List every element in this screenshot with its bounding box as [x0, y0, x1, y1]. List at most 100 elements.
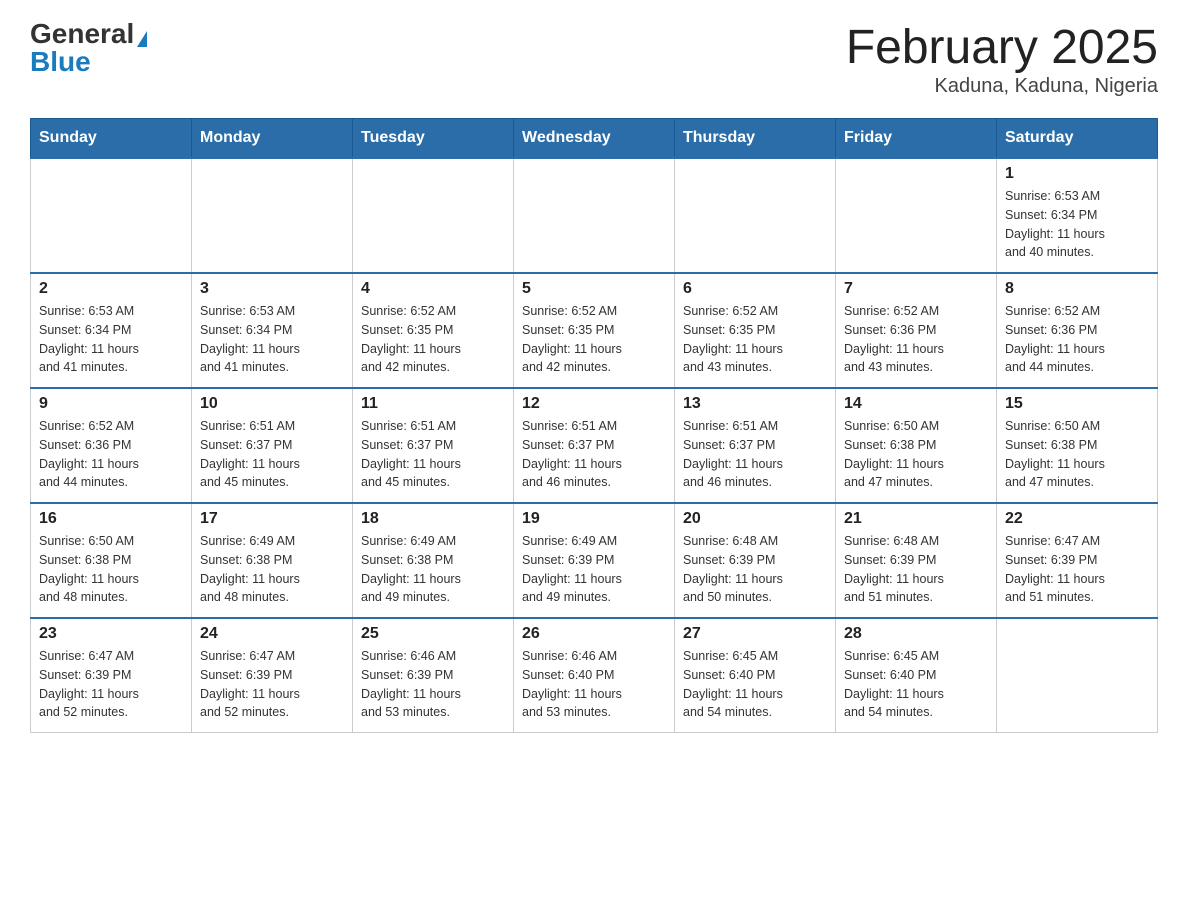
calendar-cell: [514, 158, 675, 273]
day-info: Sunrise: 6:49 AMSunset: 6:38 PMDaylight:…: [200, 532, 344, 607]
day-info: Sunrise: 6:48 AMSunset: 6:39 PMDaylight:…: [844, 532, 988, 607]
weekday-header-thursday: Thursday: [675, 119, 836, 159]
calendar-cell: [31, 158, 192, 273]
weekday-header-row: SundayMondayTuesdayWednesdayThursdayFrid…: [31, 119, 1158, 159]
logo-general-line: General: [30, 20, 147, 48]
day-info: Sunrise: 6:51 AMSunset: 6:37 PMDaylight:…: [200, 417, 344, 492]
day-info: Sunrise: 6:46 AMSunset: 6:39 PMDaylight:…: [361, 647, 505, 722]
day-number: 10: [200, 395, 344, 413]
day-number: 25: [361, 625, 505, 643]
day-info: Sunrise: 6:46 AMSunset: 6:40 PMDaylight:…: [522, 647, 666, 722]
month-title: February 2025: [846, 20, 1158, 75]
logo-triangle-icon: [137, 31, 147, 47]
day-number: 12: [522, 395, 666, 413]
day-number: 24: [200, 625, 344, 643]
calendar-cell: 21 Sunrise: 6:48 AMSunset: 6:39 PMDayligh…: [836, 503, 997, 618]
calendar-cell: [192, 158, 353, 273]
calendar-cell: 7Sunrise: 6:52 AMSunset: 6:36 PMDaylight…: [836, 273, 997, 388]
calendar-cell: [675, 158, 836, 273]
location: Kaduna, Kaduna, Nigeria: [846, 75, 1158, 98]
logo: General Blue: [30, 20, 147, 76]
weekday-header-sunday: Sunday: [31, 119, 192, 159]
calendar-week-3: 9Sunrise: 6:52 AMSunset: 6:36 PMDaylight…: [31, 388, 1158, 503]
day-number: 17: [200, 510, 344, 528]
day-info: Sunrise: 6:53 AMSunset: 6:34 PMDaylight:…: [39, 302, 183, 377]
day-info: Sunrise: 6:53 AMSunset: 6:34 PMDaylight:…: [200, 302, 344, 377]
calendar-cell: 22 Sunrise: 6:47 AMSunset: 6:39 PMDayligh…: [997, 503, 1158, 618]
calendar-cell: 1 Sunrise: 6:53 AMSunset: 6:34 PMDaylight…: [997, 158, 1158, 273]
calendar-cell: 3 Sunrise: 6:53 AMSunset: 6:34 PMDaylight…: [192, 273, 353, 388]
calendar-cell: 4 Sunrise: 6:52 AMSunset: 6:35 PMDaylight…: [353, 273, 514, 388]
day-number: 28: [844, 625, 988, 643]
calendar-cell: 11 Sunrise: 6:51 AMSunset: 6:37 PMDayligh…: [353, 388, 514, 503]
day-info: Sunrise: 6:51 AMSunset: 6:37 PMDaylight:…: [683, 417, 827, 492]
calendar-cell: 28 Sunrise: 6:45 AMSunset: 6:40 PMDayligh…: [836, 618, 997, 733]
page-header: General Blue February 2025 Kaduna, Kadun…: [30, 20, 1158, 98]
calendar-week-5: 23 Sunrise: 6:47 AMSunset: 6:39 PMDayligh…: [31, 618, 1158, 733]
day-info: Sunrise: 6:50 AMSunset: 6:38 PMDaylight:…: [844, 417, 988, 492]
day-info: Sunrise: 6:45 AMSunset: 6:40 PMDaylight:…: [844, 647, 988, 722]
calendar-cell: 16 Sunrise: 6:50 AMSunset: 6:38 PMDayligh…: [31, 503, 192, 618]
weekday-header-tuesday: Tuesday: [353, 119, 514, 159]
title-area: February 2025 Kaduna, Kaduna, Nigeria: [846, 20, 1158, 98]
calendar-cell: 12 Sunrise: 6:51 AMSunset: 6:37 PMDayligh…: [514, 388, 675, 503]
calendar-cell: 13 Sunrise: 6:51 AMSunset: 6:37 PMDayligh…: [675, 388, 836, 503]
day-info: Sunrise: 6:47 AMSunset: 6:39 PMDaylight:…: [1005, 532, 1149, 607]
calendar-cell: 14 Sunrise: 6:50 AMSunset: 6:38 PMDayligh…: [836, 388, 997, 503]
calendar-cell: 18Sunrise: 6:49 AMSunset: 6:38 PMDayligh…: [353, 503, 514, 618]
calendar-table: SundayMondayTuesdayWednesdayThursdayFrid…: [30, 118, 1158, 733]
day-info: Sunrise: 6:52 AMSunset: 6:36 PMDaylight:…: [39, 417, 183, 492]
day-number: 22: [1005, 510, 1149, 528]
day-info: Sunrise: 6:52 AMSunset: 6:35 PMDaylight:…: [522, 302, 666, 377]
calendar-cell: 23 Sunrise: 6:47 AMSunset: 6:39 PMDayligh…: [31, 618, 192, 733]
day-info: Sunrise: 6:50 AMSunset: 6:38 PMDaylight:…: [39, 532, 183, 607]
day-number: 7: [844, 280, 988, 298]
day-info: Sunrise: 6:47 AMSunset: 6:39 PMDaylight:…: [200, 647, 344, 722]
day-number: 1: [1005, 165, 1149, 183]
calendar-cell: 20Sunrise: 6:48 AMSunset: 6:39 PMDayligh…: [675, 503, 836, 618]
calendar-cell: 25 Sunrise: 6:46 AMSunset: 6:39 PMDayligh…: [353, 618, 514, 733]
day-number: 23: [39, 625, 183, 643]
day-info: Sunrise: 6:47 AMSunset: 6:39 PMDaylight:…: [39, 647, 183, 722]
day-info: Sunrise: 6:52 AMSunset: 6:36 PMDaylight:…: [1005, 302, 1149, 377]
day-number: 11: [361, 395, 505, 413]
day-info: Sunrise: 6:48 AMSunset: 6:39 PMDaylight:…: [683, 532, 827, 607]
logo-general-text: General: [30, 18, 134, 49]
calendar-cell: 2 Sunrise: 6:53 AMSunset: 6:34 PMDaylight…: [31, 273, 192, 388]
logo-blue-text: Blue: [30, 46, 91, 77]
day-number: 21: [844, 510, 988, 528]
day-number: 27: [683, 625, 827, 643]
day-info: Sunrise: 6:51 AMSunset: 6:37 PMDaylight:…: [361, 417, 505, 492]
weekday-header-wednesday: Wednesday: [514, 119, 675, 159]
day-number: 5: [522, 280, 666, 298]
day-number: 4: [361, 280, 505, 298]
day-info: Sunrise: 6:49 AMSunset: 6:39 PMDaylight:…: [522, 532, 666, 607]
calendar-cell: 10 Sunrise: 6:51 AMSunset: 6:37 PMDayligh…: [192, 388, 353, 503]
calendar-cell: 19Sunrise: 6:49 AMSunset: 6:39 PMDayligh…: [514, 503, 675, 618]
day-info: Sunrise: 6:51 AMSunset: 6:37 PMDaylight:…: [522, 417, 666, 492]
day-number: 2: [39, 280, 183, 298]
calendar-week-4: 16 Sunrise: 6:50 AMSunset: 6:38 PMDayligh…: [31, 503, 1158, 618]
day-info: Sunrise: 6:52 AMSunset: 6:35 PMDaylight:…: [361, 302, 505, 377]
day-info: Sunrise: 6:53 AMSunset: 6:34 PMDaylight:…: [1005, 187, 1149, 262]
weekday-header-friday: Friday: [836, 119, 997, 159]
calendar-cell: [836, 158, 997, 273]
calendar-cell: 17 Sunrise: 6:49 AMSunset: 6:38 PMDayligh…: [192, 503, 353, 618]
calendar-cell: 27Sunrise: 6:45 AMSunset: 6:40 PMDayligh…: [675, 618, 836, 733]
day-number: 15: [1005, 395, 1149, 413]
calendar-cell: 6Sunrise: 6:52 AMSunset: 6:35 PMDaylight…: [675, 273, 836, 388]
weekday-header-monday: Monday: [192, 119, 353, 159]
day-number: 13: [683, 395, 827, 413]
day-number: 14: [844, 395, 988, 413]
calendar-week-2: 2 Sunrise: 6:53 AMSunset: 6:34 PMDaylight…: [31, 273, 1158, 388]
day-number: 6: [683, 280, 827, 298]
weekday-header-saturday: Saturday: [997, 119, 1158, 159]
calendar-cell: 26Sunrise: 6:46 AMSunset: 6:40 PMDayligh…: [514, 618, 675, 733]
calendar-cell: 5 Sunrise: 6:52 AMSunset: 6:35 PMDaylight…: [514, 273, 675, 388]
day-info: Sunrise: 6:49 AMSunset: 6:38 PMDaylight:…: [361, 532, 505, 607]
day-number: 3: [200, 280, 344, 298]
calendar-cell: 15Sunrise: 6:50 AMSunset: 6:38 PMDayligh…: [997, 388, 1158, 503]
calendar-cell: [997, 618, 1158, 733]
day-number: 16: [39, 510, 183, 528]
calendar-cell: 24 Sunrise: 6:47 AMSunset: 6:39 PMDayligh…: [192, 618, 353, 733]
